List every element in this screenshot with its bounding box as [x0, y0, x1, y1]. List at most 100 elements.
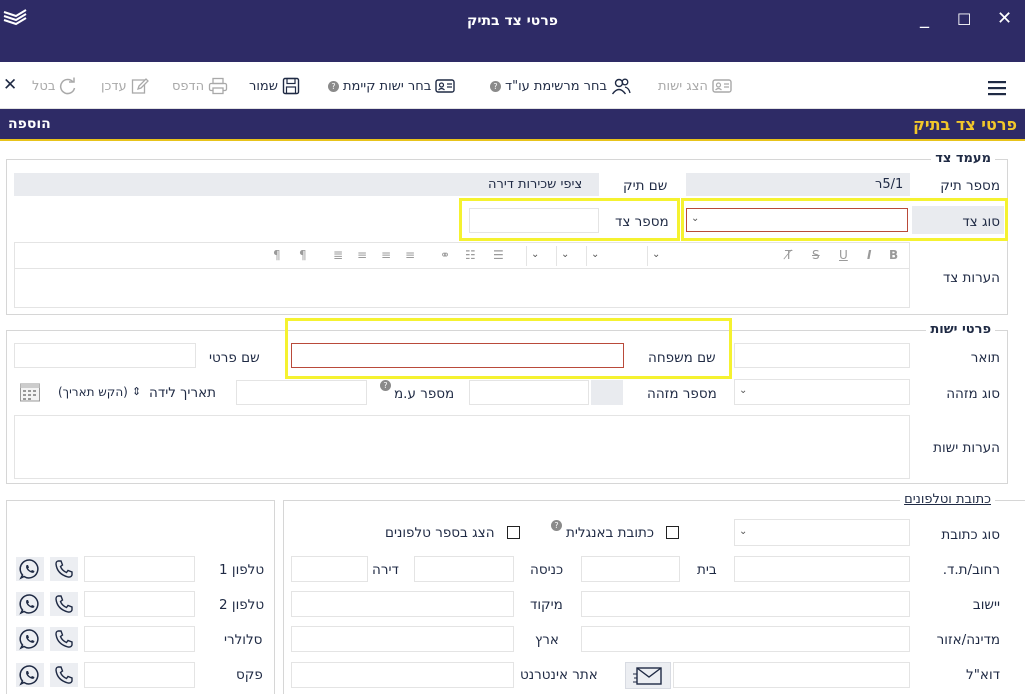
align-justify-icon[interactable]: ≣ — [333, 248, 343, 262]
apartment-label: דירה — [372, 562, 399, 578]
choose-lawyer-label: בחר מרשימת עו"ד — [505, 78, 608, 94]
contact-card-icon — [435, 79, 455, 93]
background-select[interactable]: ⌄ — [526, 246, 553, 266]
close-window-button[interactable]: ✕ — [997, 8, 1012, 29]
spin-icon[interactable]: ⇕ — [132, 385, 141, 398]
address-type-label: סוג כתובת — [941, 527, 1000, 543]
maximize-button[interactable]: ☐ — [957, 10, 971, 29]
fax-field[interactable] — [84, 662, 195, 688]
title-field[interactable] — [734, 343, 910, 368]
align-left-icon[interactable]: ≡ — [357, 248, 367, 262]
calendar-icon[interactable] — [19, 381, 41, 403]
whatsapp-icon — [19, 559, 39, 580]
form-mode: הוספה — [8, 116, 51, 132]
mobile-label: סלולרי — [224, 632, 263, 648]
website-label: אתר אינטרנט — [520, 667, 598, 683]
city-field[interactable] — [581, 591, 910, 617]
city-label: יישוב — [972, 597, 1000, 613]
phone2-field[interactable] — [84, 591, 195, 617]
mobile-field[interactable] — [84, 626, 195, 652]
save-button[interactable]: שמור — [249, 76, 300, 96]
link-icon[interactable]: ⚭ — [440, 248, 450, 262]
form-title: פרטי צד בתיק — [913, 115, 1017, 134]
house-field[interactable] — [581, 556, 680, 582]
whatsapp-fax-button[interactable] — [16, 663, 44, 687]
id-number-label: מספר מזהה — [647, 386, 717, 402]
help-icon[interactable]: ? — [328, 80, 339, 92]
call-mobile-button[interactable] — [50, 627, 78, 651]
entity-notes-field[interactable] — [14, 415, 910, 479]
whatsapp-phone1-button[interactable] — [16, 557, 44, 581]
region-field[interactable] — [581, 626, 910, 652]
id-number-field[interactable] — [469, 380, 589, 405]
close-form-button[interactable]: ✕ — [3, 75, 17, 95]
phonebook-checkbox[interactable] — [507, 526, 520, 539]
cancel-button[interactable]: בטל — [32, 76, 77, 96]
underline-icon[interactable]: U — [839, 248, 848, 262]
bold-icon[interactable]: B — [889, 248, 898, 262]
users-icon — [611, 78, 631, 95]
address-type-select[interactable] — [734, 519, 910, 546]
email-field[interactable] — [673, 662, 910, 688]
ltr-paragraph-icon[interactable]: ¶ — [273, 248, 281, 262]
help-icon[interactable]: ? — [490, 80, 501, 92]
whatsapp-mobile-button[interactable] — [16, 627, 44, 651]
align-center-icon[interactable]: ≡ — [381, 248, 391, 262]
align-right-icon[interactable]: ≡ — [405, 248, 415, 262]
call-phone1-button[interactable] — [50, 557, 78, 581]
save-icon — [282, 77, 300, 95]
country-label: ארץ — [535, 632, 559, 648]
menu-icon[interactable] — [987, 80, 1007, 96]
address-legend[interactable]: כתובת וטלפונים — [900, 492, 995, 507]
party-notes-editor[interactable] — [14, 268, 910, 308]
whatsapp-phone2-button[interactable] — [16, 592, 44, 616]
numbered-list-icon[interactable]: ☷ — [465, 248, 476, 262]
send-email-button[interactable] — [625, 662, 671, 689]
zip-field[interactable] — [291, 591, 514, 617]
choose-lawyer-button[interactable]: בחר מרשימת עו"ד ? — [488, 76, 631, 96]
case-name-value: ציפי שכירות דירה — [488, 177, 583, 192]
bullet-list-icon[interactable]: ☰ — [493, 248, 504, 262]
window-title: פרטי צד בתיק — [467, 13, 558, 29]
chevron-down-icon[interactable]: ⌄ — [739, 385, 747, 396]
entity-legend: פרטי ישות — [926, 322, 995, 337]
highlight-party-number — [459, 198, 680, 241]
country-field[interactable] — [291, 626, 514, 652]
color-select[interactable]: ⌄ — [556, 246, 583, 266]
update-button[interactable]: עדכן — [101, 76, 149, 96]
choose-entity-label: בחר ישות קיימת — [343, 78, 432, 94]
italic-icon[interactable]: I — [867, 248, 871, 262]
chevron-down-icon[interactable]: ⌄ — [739, 526, 747, 537]
font-select[interactable]: ⌄ — [586, 246, 644, 266]
english-address-checkbox[interactable] — [666, 526, 679, 539]
show-entity-button[interactable]: הצג ישות — [658, 76, 732, 96]
call-fax-button[interactable] — [50, 663, 78, 687]
font-size-select[interactable]: ⌄ — [647, 246, 787, 266]
id-card-icon — [712, 79, 732, 93]
id-type-select[interactable] — [734, 379, 910, 405]
printer-icon — [209, 77, 228, 95]
birth-date-placeholder[interactable]: (הקש תאריך) — [58, 385, 128, 399]
help-icon[interactable]: ? — [380, 380, 391, 391]
entrance-field[interactable] — [414, 556, 514, 582]
update-label: עדכן — [101, 78, 127, 94]
website-field[interactable] — [291, 662, 514, 688]
phone1-field[interactable] — [84, 556, 195, 582]
mail-icon — [633, 666, 662, 685]
toolbar: הצג ישות בחר מרשימת עו"ד ? בחר ישות קיימ… — [0, 62, 1025, 109]
help-icon[interactable]: ? — [551, 520, 562, 531]
choose-entity-button[interactable]: בחר ישות קיימת ? — [326, 76, 455, 96]
phone1-label: טלפון 1 — [219, 562, 265, 578]
case-number-value: 5/1ר — [875, 177, 904, 192]
rtl-paragraph-icon[interactable]: ¶ — [299, 248, 307, 262]
vat-field[interactable] — [236, 380, 367, 405]
party-status-legend: מעמד צד — [931, 151, 995, 166]
call-phone2-button[interactable] — [50, 592, 78, 616]
apartment-field[interactable] — [291, 556, 368, 582]
print-button[interactable]: הדפס — [172, 76, 228, 96]
strikethrough-icon[interactable]: S — [812, 248, 820, 262]
first-name-field[interactable] — [14, 343, 196, 368]
first-name-label: שם פרטי — [209, 350, 260, 366]
minimize-button[interactable]: _ — [920, 8, 929, 29]
street-field[interactable] — [734, 556, 910, 582]
